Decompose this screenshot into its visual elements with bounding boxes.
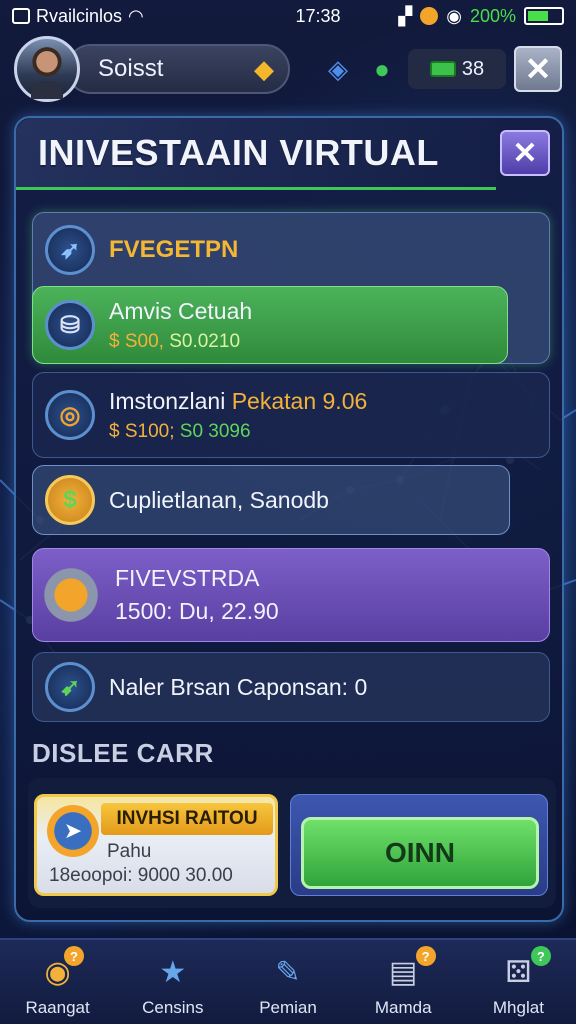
- confirm-button[interactable]: OINN: [301, 817, 539, 889]
- item-price: $ S100;: [109, 420, 175, 442]
- investment-item-selected[interactable]: ⛁ Amvis Cetuah $ S00, S0.0210: [32, 286, 508, 364]
- item-price: $ S00,: [109, 330, 164, 352]
- item-title: Imstonzlani: [109, 387, 226, 414]
- rocket-icon: ➹: [45, 662, 95, 712]
- top-header: Soisst ◆ ◈ ● 38 ✕: [14, 36, 562, 102]
- notification-icon: [12, 8, 30, 24]
- item-title: Naler Brsan Caponsan: 0: [109, 673, 368, 700]
- nav-label: Mamda: [374, 998, 432, 1017]
- investment-item[interactable]: $ Cuplietlanan, Sanodb: [32, 465, 510, 535]
- item-title: Amvis Cetuah: [109, 297, 253, 324]
- promo-line-2: 18eoopoi: 9000 30.00: [49, 865, 233, 886]
- battery-icon: [524, 7, 564, 25]
- status-bar: Rvailcinlos ◠ 17:38 ▞ ◉ 200%: [0, 0, 576, 32]
- promo-line-1: Pahu: [107, 841, 152, 862]
- cash-amount: 38: [461, 57, 485, 80]
- investment-item[interactable]: ➹ Naler Brsan Caponsan: 0: [32, 652, 550, 722]
- investment-item[interactable]: ◎ Imstonzlani Pekatan 9.06 $ S100; S0 30…: [32, 372, 550, 458]
- dollar-coin-icon: $: [45, 475, 95, 525]
- nav-item-raangat[interactable]: ◉ ? Raangat: [0, 940, 115, 1024]
- item-title: Cuplietlanan, Sanodb: [109, 486, 329, 513]
- promo-banner: INVHSI RAITOU: [101, 803, 273, 835]
- ticket-icon[interactable]: ◈: [320, 51, 356, 87]
- nav-item-pemian[interactable]: ✎ Pemian: [230, 940, 345, 1024]
- item-value: S0.0210: [169, 330, 241, 352]
- gem-icon[interactable]: ●: [364, 51, 400, 87]
- investment-item-featured[interactable]: FIVEVSTRDA 1500: Du, 22.90: [32, 548, 550, 642]
- bottom-nav: ◉ ? Raangat ★ Censins ✎ Pemian ▤ ? Mamda…: [0, 938, 576, 1024]
- user-profile-pill[interactable]: Soisst ◆: [66, 44, 290, 94]
- close-button[interactable]: ✕: [514, 46, 562, 92]
- nav-label: Raangat: [25, 998, 90, 1017]
- section-heading: DISLEE CARR: [32, 738, 214, 768]
- panel-title-bar: INIVESTAAIN VIRTUAL: [16, 118, 496, 190]
- avatar[interactable]: [14, 36, 80, 102]
- clock: 17:38: [295, 5, 341, 26]
- nav-badge: ?: [415, 946, 436, 966]
- close-icon: ✕: [524, 51, 552, 87]
- nav-item-mamda[interactable]: ▤ ? Mamda: [346, 940, 461, 1024]
- promo-card[interactable]: ➤ INVHSI RAITOU Pahu 18eoopoi: 9000 30.0…: [34, 794, 278, 896]
- item-title: FIVEVSTRDA: [115, 565, 260, 591]
- database-icon: ⛁: [45, 300, 95, 350]
- panel-title: INIVESTAAIN VIRTUAL: [38, 131, 439, 173]
- carrier-name: Rvailcinlos: [36, 5, 123, 26]
- coin-icon: ◎: [45, 390, 95, 440]
- nav-badge: ?: [64, 946, 84, 966]
- action-container: OINN: [290, 794, 548, 896]
- battery-percent: 200%: [469, 5, 516, 26]
- category-label: FVEGETPN: [109, 236, 239, 263]
- coin-icon: [420, 7, 439, 25]
- nav-label: Mhglat: [492, 998, 544, 1017]
- pencil-icon: ✎: [275, 955, 301, 989]
- wifi-icon: ◠: [128, 5, 144, 26]
- nav-label: Censins: [142, 998, 204, 1017]
- cash-counter[interactable]: 38: [408, 49, 506, 89]
- gold-badge-icon: ◆: [254, 53, 274, 84]
- rocket-icon: ➶: [45, 225, 95, 275]
- close-icon: ✕: [512, 136, 538, 170]
- nav-label: Pemian: [259, 998, 317, 1017]
- panel-close-button[interactable]: ✕: [500, 130, 550, 176]
- signal-icon: ▞: [398, 5, 413, 26]
- username: Soisst: [98, 55, 164, 82]
- star-icon: ★: [159, 955, 187, 989]
- nav-item-censins[interactable]: ★ Censins: [115, 940, 230, 1024]
- nav-badge: ?: [530, 946, 551, 966]
- item-title-accent: Pekatan 9.06: [231, 387, 368, 414]
- item-value: 1500: Du, 22.90: [115, 598, 279, 624]
- gear-coin-icon: [41, 565, 101, 625]
- item-value: S0 3096: [179, 420, 251, 442]
- nav-item-mhglat[interactable]: ⚄ ? Mhglat: [461, 940, 576, 1024]
- location-icon: ◉: [446, 5, 462, 26]
- rocket-badge-icon: ➤: [47, 805, 99, 857]
- cash-icon: [429, 61, 456, 77]
